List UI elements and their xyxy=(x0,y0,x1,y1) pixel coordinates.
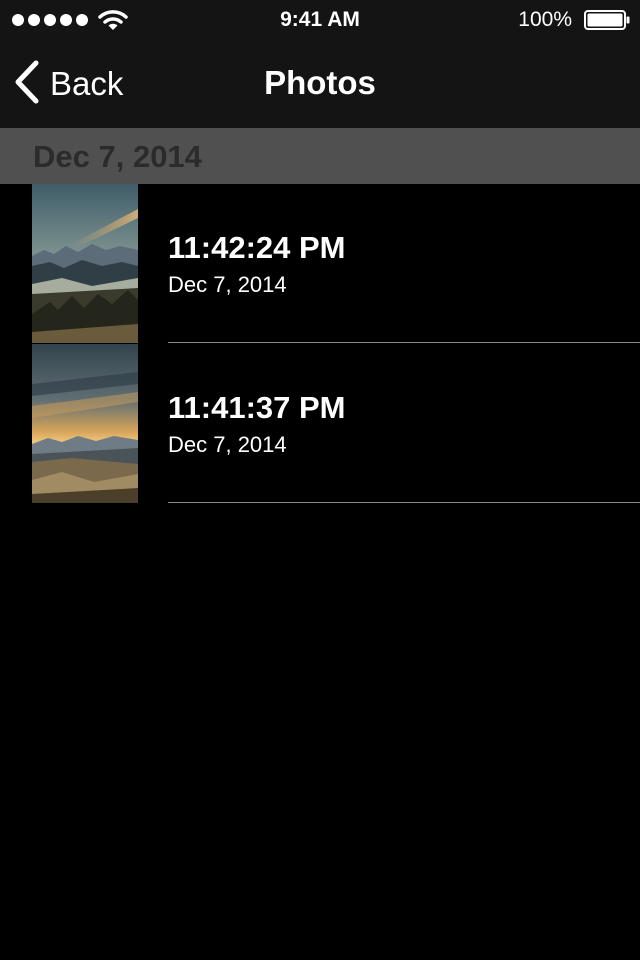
photo-list: 11:42:24 PM Dec 7, 2014 11:41:37 PM Dec … xyxy=(0,184,640,504)
section-header-title: Dec 7, 2014 xyxy=(33,139,202,174)
status-bar: 9:41 AM 100% xyxy=(0,0,640,40)
photo-thumbnail xyxy=(32,344,138,503)
section-header: Dec 7, 2014 xyxy=(0,128,640,184)
photo-date: Dec 7, 2014 xyxy=(168,432,287,457)
row-divider xyxy=(168,502,640,503)
photo-time: 11:42:24 PM xyxy=(168,230,346,265)
row-divider xyxy=(168,342,640,343)
battery-percentage: 100% xyxy=(518,8,572,31)
navigation-bar: Back Photos xyxy=(0,40,640,128)
page-title: Photos xyxy=(264,64,376,101)
photo-row[interactable]: 11:42:24 PM Dec 7, 2014 xyxy=(0,184,640,344)
photo-row[interactable]: 11:41:37 PM Dec 7, 2014 xyxy=(0,344,640,504)
battery-icon xyxy=(584,10,630,30)
photo-date: Dec 7, 2014 xyxy=(168,272,287,297)
photo-time: 11:41:37 PM xyxy=(168,390,346,425)
photo-thumbnail xyxy=(32,184,138,343)
